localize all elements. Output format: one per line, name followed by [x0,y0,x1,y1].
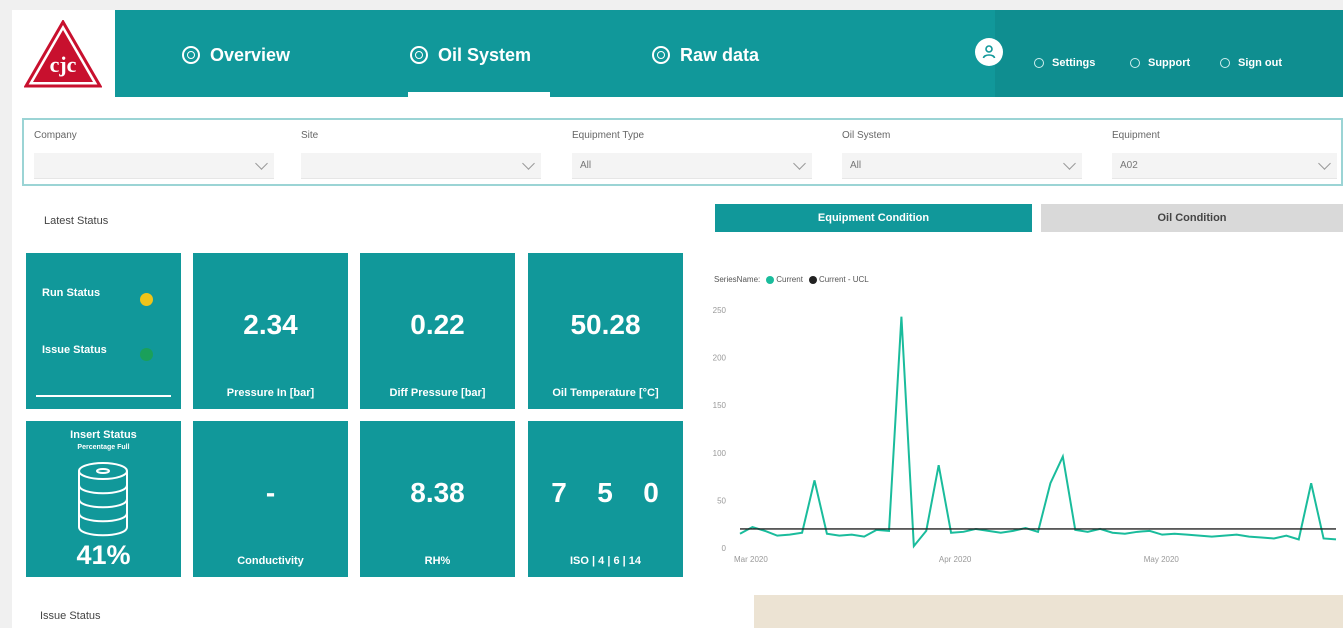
sign-out-label: Sign out [1238,57,1282,69]
chevron-down-icon [522,157,535,170]
chevron-down-icon [255,157,268,170]
oil-condition-button[interactable]: Oil Condition [1041,204,1343,232]
active-tab-indicator [408,92,550,97]
nav-tab-label: Overview [210,44,291,65]
chevron-down-icon [793,157,806,170]
issue-status-indicator [140,348,153,361]
user-avatar-icon[interactable] [975,38,1003,66]
help-icon [1130,58,1140,68]
insert-status-value: 41% [76,540,131,570]
status-tile: Run Status Issue Status [26,253,181,409]
oil-temperature-label: Oil Temperature [°C] [552,387,659,399]
settings-link[interactable]: Settings [1034,57,1095,69]
gear-icon [1034,58,1044,68]
iso-tile: 7 5 0 ISO | 4 | 6 | 14 [528,421,683,577]
equipment-type-select[interactable]: All [572,153,812,179]
series-line-current [739,316,1337,549]
sign-out-link[interactable]: Sign out [1220,57,1282,69]
x-tick-label: Mar 2020 [734,555,768,564]
notes-panel [754,595,1343,628]
insert-status-tile: Insert Status Percentage Full 41% [26,421,181,577]
conductivity-label: Conductivity [237,555,304,567]
run-status-indicator [140,293,153,306]
brand-logo[interactable]: cjc [12,10,115,97]
filter-insert-icon [78,462,128,537]
pressure-in-tile: 2.34 Pressure In [bar] [193,253,348,409]
radio-icon [652,46,670,64]
radio-icon [182,46,200,64]
insert-status-title: Insert Status [70,429,137,441]
iso-value-6: 5 [597,477,613,508]
rh-label: RH% [424,555,451,567]
oil-temperature-value: 50.28 [570,309,641,340]
iso-value-14: 0 [643,477,659,508]
filter-company: Company [34,130,274,179]
nav-tab-overview[interactable]: Overview [182,40,290,70]
insert-status-subtitle: Percentage Full [77,444,130,451]
equipment-condition-chart: 0 50 100 150 200 250 Mar 2020 Apr 2020 May 2020 [713,306,1337,564]
top-navigation-bar: cjc Overview Oil System Raw data Setting… [12,10,1343,97]
y-tick-label: 250 [713,306,727,315]
filter-value: A02 [1120,160,1138,171]
nav-tab-label: Oil System [438,44,532,65]
filter-value: All [850,160,862,171]
company-select[interactable] [34,153,274,179]
pressure-in-value: 2.34 [243,309,298,340]
filter-label: Site [301,130,319,141]
filter-label: Oil System [842,130,891,141]
chevron-down-icon [1318,157,1331,170]
dashboard-canvas: cjc Overview Oil System Raw data Setting… [12,10,1343,628]
iso-value-4: 7 [551,477,567,508]
y-tick-label: 200 [713,354,727,363]
filter-equipment-type: Equipment Type All [572,130,812,179]
site-select[interactable] [301,153,541,179]
conductivity-tile: - Conductivity [193,421,348,577]
oil-temperature-tile: 50.28 Oil Temperature [°C] [528,253,683,409]
y-tick-label: 0 [722,544,727,553]
rh-tile: 8.38 RH% [360,421,515,577]
filter-equipment: Equipment A02 [1112,130,1337,179]
y-tick-label: 50 [717,496,726,505]
filter-value: All [580,160,592,171]
conductivity-value: - [265,477,276,508]
x-tick-label: May 2020 [1144,555,1180,564]
filter-label: Equipment Type [572,130,645,141]
settings-label: Settings [1052,57,1096,69]
equipment-condition-button[interactable]: Equipment Condition [715,204,1032,232]
x-tick-label: Apr 2020 [939,555,972,564]
oil-system-select[interactable]: All [842,153,1082,179]
nav-tab-raw-data[interactable]: Raw data [652,40,759,70]
divider [36,395,171,397]
issue-status-title: Issue Status [40,610,101,622]
y-tick-label: 100 [713,449,727,458]
filter-label: Equipment [1112,130,1160,141]
filter-oil-system: Oil System All [842,130,1082,179]
radio-icon [410,46,428,64]
power-icon [1220,58,1230,68]
diff-pressure-tile: 0.22 Diff Pressure [bar] [360,253,515,409]
svg-text:cjc: cjc [50,52,77,77]
equipment-select[interactable]: A02 [1112,153,1337,179]
filter-site: Site [301,130,541,179]
pressure-in-label: Pressure In [bar] [226,387,315,399]
nav-tab-oil-system[interactable]: Oil System [410,40,531,70]
filter-bar: Company Site Equipment Type All Oil Syst… [22,118,1343,186]
chevron-down-icon [1063,157,1076,170]
rh-value: 8.38 [410,477,465,508]
issue-status-label: Issue Status [42,344,107,356]
nav-tab-label: Raw data [680,44,760,65]
diff-pressure-value: 0.22 [410,309,465,340]
iso-label: ISO | 4 | 6 | 14 [570,555,641,567]
support-link[interactable]: Support [1130,57,1190,69]
latest-status-title: Latest Status [44,215,109,227]
filter-label: Company [34,130,77,141]
user-area [995,10,1343,97]
y-tick-label: 150 [713,401,727,410]
diff-pressure-label: Diff Pressure [bar] [389,387,486,399]
support-label: Support [1148,57,1191,69]
run-status-label: Run Status [42,287,101,299]
